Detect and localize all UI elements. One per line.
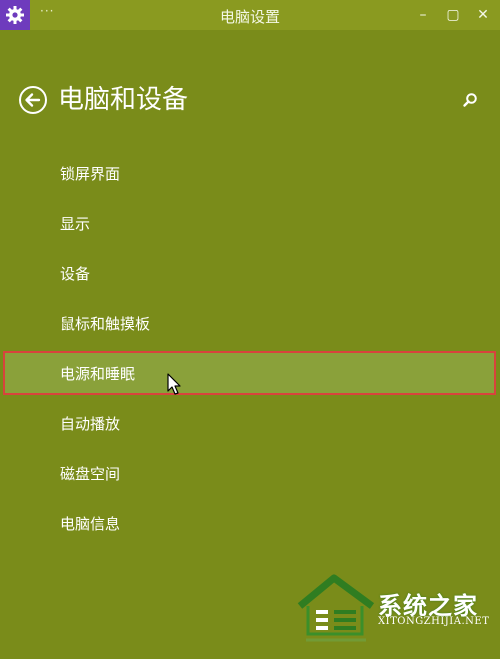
close-button[interactable]: ✕ <box>472 4 494 26</box>
menu-item-pc-info[interactable]: 电脑信息 <box>0 498 500 548</box>
watermark: 系统之家 XITONGZHIJIA.NET <box>296 568 500 659</box>
search-icon[interactable] <box>460 90 480 110</box>
menu-item-label: 锁屏界面 <box>60 165 121 183</box>
menu-item-label: 鼠标和触摸板 <box>60 315 151 333</box>
menu-item-label: 电源和睡眠 <box>60 365 136 383</box>
menu-item-display[interactable]: 显示 <box>0 198 500 248</box>
menu-item-label: 设备 <box>60 265 91 283</box>
menu-item-label: 自动播放 <box>60 415 121 433</box>
maximize-button[interactable]: ▢ <box>442 4 464 26</box>
mouse-cursor-icon <box>167 373 183 397</box>
back-arrow-icon[interactable] <box>18 85 48 115</box>
house-logo-icon <box>297 574 375 642</box>
menu-item-label: 磁盘空间 <box>60 465 121 483</box>
minimize-button[interactable]: – <box>412 4 434 26</box>
menu-item-lock-screen[interactable]: 锁屏界面 <box>0 148 500 198</box>
watermark-url: XITONGZHIJIA.NET <box>378 616 490 627</box>
menu-item-disk-space[interactable]: 磁盘空间 <box>0 448 500 498</box>
menu-item-power-sleep[interactable]: 电源和睡眠 <box>0 348 500 398</box>
menu-item-devices[interactable]: 设备 <box>0 248 500 298</box>
title-bar: ··· 电脑设置 – ▢ ✕ <box>0 0 500 30</box>
page-header: 电脑和设备 <box>18 82 188 118</box>
menu-item-autoplay[interactable]: 自动播放 <box>0 398 500 448</box>
menu-item-label: 电脑信息 <box>60 515 121 533</box>
menu-item-label: 显示 <box>60 215 91 233</box>
page-title: 电脑和设备 <box>58 85 189 115</box>
menu-item-mouse-touchpad[interactable]: 鼠标和触摸板 <box>0 298 500 348</box>
